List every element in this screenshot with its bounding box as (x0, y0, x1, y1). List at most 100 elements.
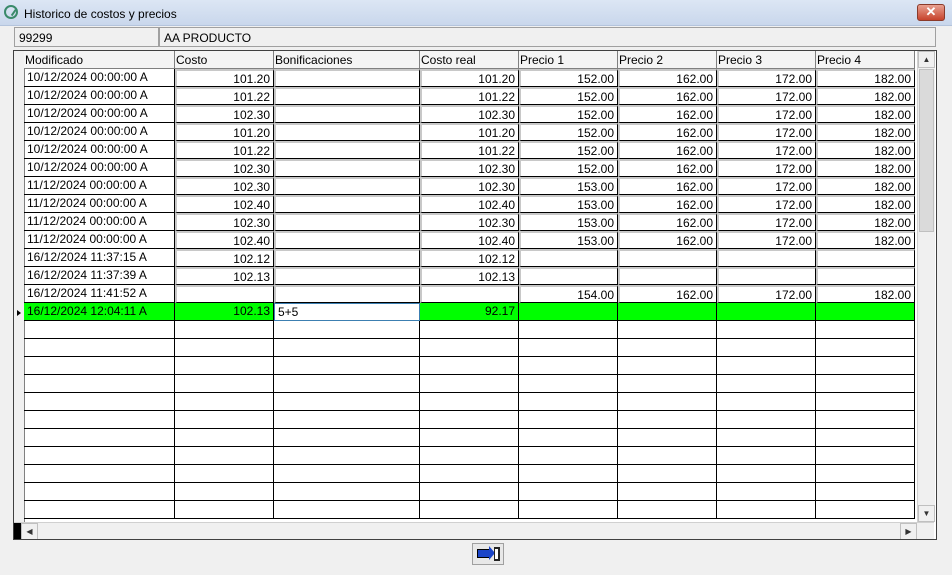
empty-grid-cell[interactable] (175, 411, 274, 429)
grid-cell[interactable]: 102.40 (420, 231, 519, 249)
column-header[interactable]: Modificado (24, 51, 175, 69)
grid-cell[interactable]: 10/12/2024 00:00:00 A (24, 87, 175, 105)
empty-grid-cell[interactable] (175, 393, 274, 411)
column-header[interactable]: Precio 2 (618, 51, 717, 69)
vertical-scroll-thumb[interactable] (919, 69, 934, 232)
grid-cell[interactable]: 102.13 (175, 267, 274, 285)
grid-cell[interactable]: 102.30 (175, 105, 274, 123)
empty-grid-cell[interactable] (618, 447, 717, 465)
empty-grid-cell[interactable] (717, 465, 816, 483)
history-grid[interactable]: Modificado Costo Bonificaciones Costo real P… (13, 50, 937, 540)
empty-grid-cell[interactable] (274, 429, 420, 447)
grid-cell[interactable]: 152.00 (519, 123, 618, 141)
empty-grid-cell[interactable] (717, 357, 816, 375)
empty-grid-cell[interactable] (24, 321, 175, 339)
empty-grid-cell[interactable] (420, 339, 519, 357)
grid-cell[interactable]: 182.00 (816, 285, 915, 303)
empty-grid-cell[interactable] (618, 375, 717, 393)
grid-cell[interactable]: 162.00 (618, 141, 717, 159)
empty-grid-cell[interactable] (618, 339, 717, 357)
empty-grid-cell[interactable] (420, 393, 519, 411)
empty-grid-cell[interactable] (618, 429, 717, 447)
grid-cell[interactable] (717, 267, 816, 285)
grid-cell[interactable]: 102.13 (175, 303, 274, 321)
grid-cell[interactable]: 172.00 (717, 231, 816, 249)
column-header[interactable]: Precio 4 (816, 51, 915, 69)
empty-grid-cell[interactable] (717, 393, 816, 411)
grid-cell[interactable]: 102.30 (420, 105, 519, 123)
empty-grid-cell[interactable] (519, 357, 618, 375)
empty-grid-cell[interactable] (519, 411, 618, 429)
empty-grid-cell[interactable] (420, 447, 519, 465)
grid-cell[interactable]: 162.00 (618, 69, 717, 87)
empty-grid-cell[interactable] (519, 465, 618, 483)
empty-grid-cell[interactable] (175, 483, 274, 501)
empty-grid-cell[interactable] (24, 339, 175, 357)
grid-cell[interactable]: 10/12/2024 00:00:00 A (24, 105, 175, 123)
grid-cell[interactable]: 182.00 (816, 213, 915, 231)
grid-cell[interactable]: 101.22 (175, 141, 274, 159)
empty-grid-cell[interactable] (175, 357, 274, 375)
empty-grid-cell[interactable] (24, 429, 175, 447)
grid-cell[interactable]: 152.00 (519, 105, 618, 123)
empty-grid-cell[interactable] (519, 429, 618, 447)
grid-cell[interactable] (519, 267, 618, 285)
empty-grid-cell[interactable] (816, 429, 915, 447)
grid-cell[interactable]: 102.30 (175, 213, 274, 231)
grid-cell[interactable]: 102.30 (420, 177, 519, 195)
grid-cell[interactable] (717, 303, 816, 321)
grid-cell[interactable]: 101.20 (420, 69, 519, 87)
grid-cell[interactable] (519, 249, 618, 267)
grid-cell[interactable]: 152.00 (519, 159, 618, 177)
empty-grid-cell[interactable] (24, 375, 175, 393)
grid-cell[interactable] (274, 195, 420, 213)
grid-cell[interactable]: 162.00 (618, 123, 717, 141)
grid-cell[interactable]: 152.00 (519, 141, 618, 159)
grid-cell[interactable]: 152.00 (519, 69, 618, 87)
grid-cell[interactable] (274, 159, 420, 177)
column-header[interactable]: Precio 1 (519, 51, 618, 69)
grid-cell[interactable]: 16/12/2024 11:37:15 A (24, 249, 175, 267)
column-header[interactable]: Precio 3 (717, 51, 816, 69)
empty-grid-cell[interactable] (24, 483, 175, 501)
grid-cell[interactable] (519, 303, 618, 321)
empty-grid-cell[interactable] (274, 339, 420, 357)
empty-grid-cell[interactable] (175, 501, 274, 519)
grid-cell[interactable]: 16/12/2024 11:41:52 A (24, 285, 175, 303)
grid-cell[interactable]: 162.00 (618, 87, 717, 105)
empty-grid-cell[interactable] (519, 501, 618, 519)
grid-cell[interactable]: 162.00 (618, 105, 717, 123)
grid-cell[interactable]: 102.30 (175, 177, 274, 195)
grid-cell[interactable]: 162.00 (618, 231, 717, 249)
empty-grid-cell[interactable] (519, 375, 618, 393)
horizontal-scrollbar[interactable]: ◀ ▶ (14, 522, 934, 539)
grid-cell[interactable]: 172.00 (717, 285, 816, 303)
empty-grid-cell[interactable] (274, 375, 420, 393)
grid-cell[interactable] (274, 267, 420, 285)
grid-cell[interactable]: 16/12/2024 11:37:39 A (24, 267, 175, 285)
grid-cell[interactable] (274, 123, 420, 141)
grid-cell[interactable]: 162.00 (618, 177, 717, 195)
empty-grid-cell[interactable] (618, 483, 717, 501)
empty-grid-cell[interactable] (717, 429, 816, 447)
grid-cell[interactable]: 10/12/2024 00:00:00 A (24, 159, 175, 177)
grid-cell[interactable]: 10/12/2024 00:00:00 A (24, 123, 175, 141)
grid-cell[interactable]: 172.00 (717, 105, 816, 123)
grid-cell[interactable]: 10/12/2024 00:00:00 A (24, 141, 175, 159)
empty-grid-cell[interactable] (618, 465, 717, 483)
grid-cell[interactable]: 182.00 (816, 177, 915, 195)
grid-cell[interactable] (274, 69, 420, 87)
empty-grid-cell[interactable] (717, 375, 816, 393)
empty-grid-cell[interactable] (175, 321, 274, 339)
grid-cell[interactable]: 102.30 (420, 159, 519, 177)
empty-grid-cell[interactable] (24, 357, 175, 375)
grid-cell[interactable]: 172.00 (717, 159, 816, 177)
grid-cell[interactable] (816, 249, 915, 267)
grid-cell[interactable] (717, 249, 816, 267)
grid-cell[interactable]: 102.13 (420, 267, 519, 285)
empty-grid-cell[interactable] (420, 501, 519, 519)
grid-cell[interactable]: 182.00 (816, 69, 915, 87)
empty-grid-cell[interactable] (816, 393, 915, 411)
grid-cell[interactable]: 153.00 (519, 231, 618, 249)
empty-grid-cell[interactable] (24, 411, 175, 429)
